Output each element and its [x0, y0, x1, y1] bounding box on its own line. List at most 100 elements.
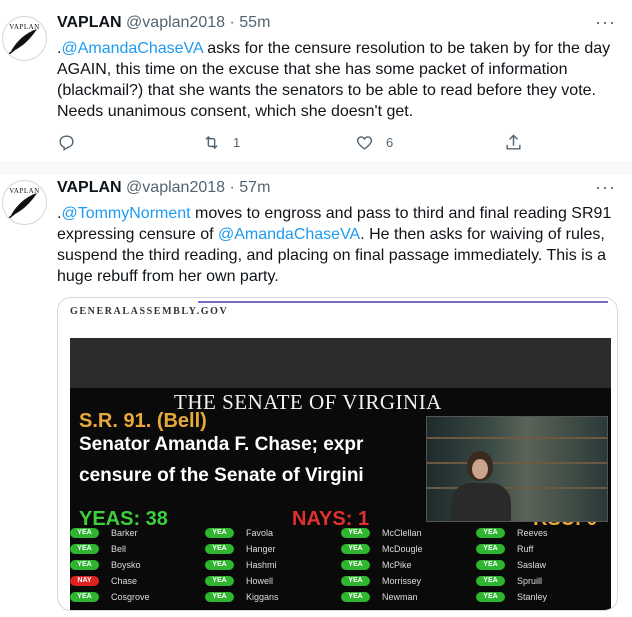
vote-row: YEA Cosgrove YEA Kiggans YEA Newman YEA Stanley: [70, 592, 611, 608]
senator-name: McDougle: [382, 544, 423, 554]
vote-badge: YEA: [70, 592, 99, 602]
senator-name: Hashmi: [246, 560, 277, 570]
vote-badge: YEA: [476, 560, 505, 570]
retweet-count: 1: [233, 135, 241, 150]
senator-vote: YEA Hanger: [205, 544, 276, 554]
senator-vote: YEA Barker: [70, 528, 138, 538]
vote-badge: YEA: [476, 544, 505, 554]
display-name[interactable]: VAPLAN: [57, 179, 122, 196]
senator-vote: YEA Favola: [205, 528, 273, 538]
senator-name: Saslaw: [517, 560, 547, 570]
user-handle[interactable]: @vaplan2018: [126, 14, 225, 31]
vote-badge: YEA: [341, 576, 370, 586]
separator-dot: ·: [229, 14, 235, 31]
vote-badge: YEA: [205, 560, 234, 570]
vote-badge: YEA: [341, 544, 370, 554]
senator-vote: YEA Newman: [341, 592, 418, 602]
avatar[interactable]: VAPLAN: [2, 16, 47, 61]
display-name[interactable]: VAPLAN: [57, 14, 122, 31]
vote-row: NAY Chase YEA Howell YEA Morrissey YEA Spruill: [70, 576, 611, 592]
shelf: [427, 462, 607, 464]
senator-vote: YEA McClellan: [341, 528, 422, 538]
senator-name: Newman: [382, 592, 418, 602]
senator-name: Cosgrove: [111, 592, 150, 602]
vote-badge: YEA: [70, 544, 99, 554]
retweet-icon: [205, 135, 218, 150]
senate-screen: THE SENATE OF VIRGINIA S.R. 91. (Bell) S…: [70, 338, 611, 610]
mention-link[interactable]: @AmandaChaseVA: [218, 226, 360, 243]
senator-name: Hanger: [246, 544, 276, 554]
timestamp[interactable]: 57m: [239, 179, 270, 196]
senator-vote: YEA Saslaw: [476, 560, 546, 570]
quill-pen-icon: [8, 193, 37, 219]
vote-badge: YEA: [476, 528, 505, 538]
vote-badge: YEA: [476, 576, 505, 586]
senator-name: Kiggans: [246, 592, 279, 602]
tweet-divider: [0, 162, 632, 174]
retweet-button[interactable]: 1: [202, 133, 240, 152]
senator-name: Chase: [111, 576, 138, 586]
more-icon[interactable]: ···: [595, 12, 616, 33]
senator-name: Ruff: [517, 544, 534, 554]
senator-vote: YEA Boysko: [70, 560, 141, 570]
like-count: 6: [386, 135, 394, 150]
shelf: [427, 487, 607, 489]
senator-name: Boysko: [111, 560, 141, 570]
senator-vote: YEA Hashmi: [205, 560, 277, 570]
tweet-header: VAPLAN @vaplan2018 · 57m: [57, 179, 270, 197]
resolution-subject-line2: censure of the Senate of Virgini: [79, 465, 364, 486]
senator-name: Barker: [111, 528, 138, 538]
vote-badge: YEA: [205, 576, 234, 586]
senator-vote: YEA Ruff: [476, 544, 533, 554]
person-face: [472, 459, 488, 479]
senator-vote: YEA Morrissey: [341, 576, 421, 586]
vote-badge: YEA: [341, 592, 370, 602]
chamber-title: THE SENATE OF VIRGINIA: [174, 390, 442, 414]
share-icon: [506, 134, 521, 150]
banner-line: [198, 301, 608, 303]
like-button[interactable]: 6: [355, 133, 393, 152]
senator-vote: YEA Kiggans: [205, 592, 279, 602]
shelf: [427, 437, 607, 439]
vote-badge: YEA: [205, 592, 234, 602]
site-banner: GENERALASSEMBLY.GOV: [58, 298, 617, 336]
senator-vote: YEA McDougle: [341, 544, 423, 554]
senator-vote: YEA McPike: [341, 560, 412, 570]
tweet-header: VAPLAN @vaplan2018 · 55m: [57, 14, 270, 32]
tweet-text: .@AmandaChaseVA asks for the censure res…: [57, 38, 617, 122]
vote-badge: YEA: [70, 560, 99, 570]
vote-badge: YEA: [70, 528, 99, 538]
senator-name: Stanley: [517, 592, 548, 602]
senator-name: Spruill: [517, 576, 543, 586]
vote-badge: YEA: [341, 560, 370, 570]
senator-name: McPike: [382, 560, 412, 570]
vote-badge: YEA: [341, 528, 370, 538]
vote-row: YEA Boysko YEA Hashmi YEA McPike YEA Saslaw: [70, 560, 611, 576]
vote-row: YEA Barker YEA Favola YEA McClellan YEA Reeves: [70, 528, 611, 544]
mention-link[interactable]: @AmandaChaseVA: [61, 40, 202, 57]
senator-name: Reeves: [517, 528, 548, 538]
avatar[interactable]: VAPLAN: [2, 180, 47, 225]
senator-name: Morrissey: [382, 576, 422, 586]
screen-header-band: [70, 338, 611, 388]
more-icon[interactable]: ···: [595, 177, 616, 198]
action-bar: 1 6: [57, 133, 557, 155]
mention-link[interactable]: @TommyNorment: [61, 205, 190, 222]
senator-vote: YEA Stanley: [476, 592, 547, 602]
vote-badge: YEA: [205, 528, 234, 538]
senator-name: Favola: [246, 528, 274, 538]
senator-name: Howell: [246, 576, 274, 586]
tweet-text: .@TommyNorment moves to engross and pass…: [57, 203, 617, 287]
tweet-1[interactable]: VAPLAN VAPLAN @vaplan2018 · 55m ··· .@Am…: [0, 0, 632, 162]
senator-name: McClellan: [382, 528, 422, 538]
user-handle[interactable]: @vaplan2018: [126, 179, 225, 196]
person-figure: [451, 483, 511, 521]
media-image[interactable]: GENERALASSEMBLY.GOV THE SENATE OF VIRGIN…: [57, 297, 618, 611]
reply-button[interactable]: [57, 133, 76, 152]
timestamp[interactable]: 55m: [239, 14, 270, 31]
share-button[interactable]: [504, 133, 523, 152]
reply-icon: [59, 135, 74, 151]
like-icon: [356, 136, 373, 150]
vote-badge: NAY: [70, 576, 99, 586]
senator-name: Bell: [111, 544, 127, 554]
